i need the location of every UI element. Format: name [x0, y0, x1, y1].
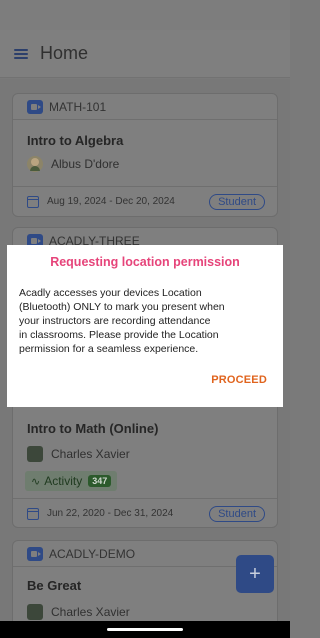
- location-permission-dialog: Requesting location permission Acadly ac…: [7, 245, 283, 407]
- instructor: Albus D'dore: [27, 156, 119, 172]
- course-card-footer: Aug 19, 2024 - Dec 20, 2024 Student: [13, 186, 277, 216]
- app-bar: Home: [0, 30, 290, 78]
- video-camera-icon: [27, 99, 43, 114]
- instructor-name: Charles Xavier: [51, 447, 130, 461]
- course-card-footer: Jun 22, 2020 - Dec 31, 2024 Student: [13, 498, 277, 528]
- avatar: [27, 604, 43, 620]
- course-dates: Jun 22, 2020 - Dec 31, 2024: [47, 508, 174, 519]
- calendar-icon: [27, 195, 39, 208]
- dialog-message-line: Acadly accesses your devices Location: [19, 287, 202, 299]
- home-indicator[interactable]: [107, 628, 183, 631]
- proceed-button[interactable]: PROCEED: [211, 374, 267, 386]
- status-bar: [0, 0, 290, 30]
- add-course-button[interactable]: +: [236, 555, 274, 593]
- course-card[interactable]: MATH-101 Intro to Algebra Albus D'dore A…: [12, 93, 278, 217]
- activity-label: Activity: [44, 474, 83, 488]
- role-badge: Student: [209, 193, 265, 210]
- course-dates: Aug 19, 2024 - Dec 20, 2024: [47, 196, 175, 207]
- menu-icon[interactable]: [14, 48, 28, 59]
- video-camera-icon: [27, 546, 43, 561]
- dialog-message-line: permission for a seamless experience.: [19, 343, 199, 355]
- instructor: Charles Xavier: [27, 446, 130, 462]
- page-title: Home: [40, 43, 89, 63]
- avatar: [27, 446, 43, 462]
- activity-badge[interactable]: ∿ Activity 347: [25, 471, 118, 491]
- plus-icon: +: [249, 562, 261, 585]
- activity-count: 347: [88, 475, 112, 487]
- role-badge: Student: [209, 505, 265, 522]
- course-card-header: MATH-101: [13, 94, 277, 120]
- dialog-message-line: in classrooms. Please provide the Locati…: [19, 329, 219, 341]
- dialog-message-line: your instructors are recording attendanc…: [19, 315, 211, 327]
- course-title: Be Great: [27, 578, 82, 593]
- instructor-name: Charles Xavier: [51, 605, 130, 619]
- course-code: MATH-101: [49, 99, 107, 114]
- instructor: Charles Xavier: [27, 604, 130, 620]
- calendar-icon: [27, 507, 39, 520]
- dialog-message: Acadly accesses your devices Location (B…: [19, 286, 269, 356]
- course-title: Intro to Math (Online): [27, 421, 159, 436]
- course-title: Intro to Algebra: [27, 133, 124, 148]
- course-code: ACADLY-DEMO: [49, 546, 136, 561]
- dialog-title: Requesting location permission: [50, 255, 240, 269]
- avatar: [27, 156, 43, 172]
- dialog-message-line: (Bluetooth) ONLY to mark you present whe…: [19, 301, 225, 313]
- pulse-icon: ∿: [31, 475, 41, 488]
- system-nav-bar: [0, 621, 290, 638]
- instructor-name: Albus D'dore: [51, 157, 120, 171]
